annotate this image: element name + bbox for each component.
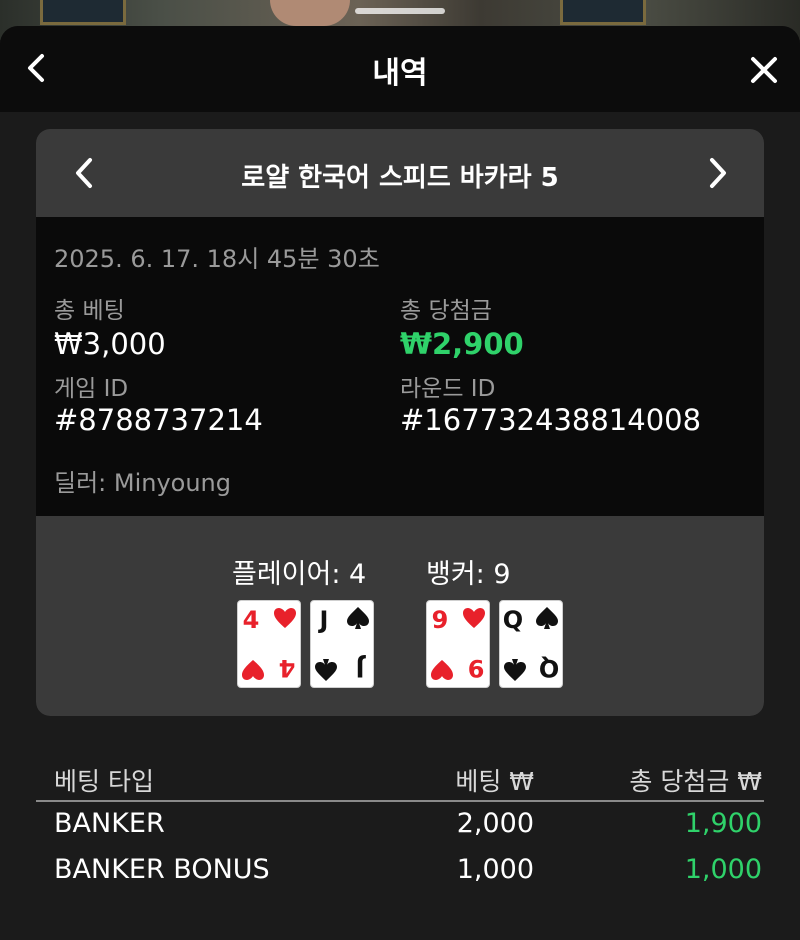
game-navigator: 로얄 한국어 스피드 바카라 5 xyxy=(36,129,764,217)
round-id-label: 라운드 ID xyxy=(400,376,496,402)
card-rank: 4 xyxy=(279,654,296,682)
table-row: BANKER 2,000 1,900 xyxy=(36,802,764,848)
total-bet-label: 총 베팅 xyxy=(54,298,125,324)
bet-win: 1,000 xyxy=(684,854,762,885)
nine-of-hearts-icon: 9 9 xyxy=(431,606,485,682)
banker-card-1: 9 9 xyxy=(426,600,490,688)
card-rank: J xyxy=(356,654,367,682)
round-datetime: 2025. 6. 17. 18시 45분 30초 xyxy=(54,245,380,273)
banker-score: 뱅커: 9 xyxy=(426,559,511,590)
card-rank: 4 xyxy=(243,606,260,634)
dealer-name: 딜러: Minyoung xyxy=(54,469,232,497)
header-bar: 내역 xyxy=(0,26,800,112)
sheet-drag-handle[interactable] xyxy=(355,8,445,14)
banker-card-2: Q Q xyxy=(499,600,563,688)
close-button[interactable] xyxy=(744,50,784,90)
total-win-value: ₩2,900 xyxy=(400,327,524,361)
card-rank: Q xyxy=(503,606,523,634)
round-detail-card: 로얄 한국어 스피드 바카라 5 2025. 6. 17. 18시 45분 30… xyxy=(36,129,764,716)
game-id-value: #8788737214 xyxy=(54,403,263,437)
card-rank: 9 xyxy=(432,606,449,634)
chevron-right-icon xyxy=(710,158,726,188)
round-info: 2025. 6. 17. 18시 45분 30초 총 베팅 ₩3,000 총 당… xyxy=(36,217,764,516)
total-bet-value: ₩3,000 xyxy=(54,327,166,361)
bet-amount: 1,000 xyxy=(456,854,534,885)
card-result-panel: 플레이어: 4 뱅커: 9 4 4 J J 9 9 Q Q xyxy=(36,516,764,716)
jack-of-spades-icon: J J xyxy=(315,606,369,682)
player-card-2: J J xyxy=(310,600,374,688)
card-rank: J xyxy=(318,606,329,634)
bet-type-header: 베팅 타입 xyxy=(54,767,154,796)
page-title: 내역 xyxy=(372,56,428,91)
background-frame-right xyxy=(560,0,646,25)
history-sheet: 내역 로얄 한국어 스피드 바카라 5 2025. 6. 17. 18시 45분… xyxy=(0,26,800,940)
bet-win: 1,900 xyxy=(684,808,762,839)
bet-type: BANKER xyxy=(54,808,165,839)
next-round-button[interactable] xyxy=(700,155,736,191)
queen-of-spades-icon: Q Q xyxy=(503,606,559,682)
table-row: BANKER BONUS 1,000 1,000 xyxy=(36,848,764,894)
bet-table: 베팅 타입 베팅 ₩ 총 당첨금 ₩ BANKER 2,000 1,900 BA… xyxy=(36,756,764,894)
bet-type: BANKER BONUS xyxy=(54,854,270,885)
game-id-label: 게임 ID xyxy=(54,376,129,402)
player-card-1: 4 4 xyxy=(237,600,301,688)
card-rank: Q xyxy=(539,654,559,682)
close-icon xyxy=(751,57,777,83)
bet-table-header: 베팅 타입 베팅 ₩ 총 당첨금 ₩ xyxy=(36,756,764,802)
bet-amount-header: 베팅 ₩ xyxy=(455,767,534,796)
game-title: 로얄 한국어 스피드 바카라 5 xyxy=(241,163,559,193)
bet-win-header: 총 당첨금 ₩ xyxy=(629,767,762,796)
card-rank: 9 xyxy=(468,654,485,682)
player-score: 플레이어: 4 xyxy=(232,559,367,590)
bet-amount: 2,000 xyxy=(456,808,534,839)
background-frame-left xyxy=(40,0,126,25)
round-id-value: #167732438814008 xyxy=(400,403,702,437)
total-win-label: 총 당첨금 xyxy=(400,298,492,324)
four-of-hearts-icon: 4 4 xyxy=(242,606,296,682)
